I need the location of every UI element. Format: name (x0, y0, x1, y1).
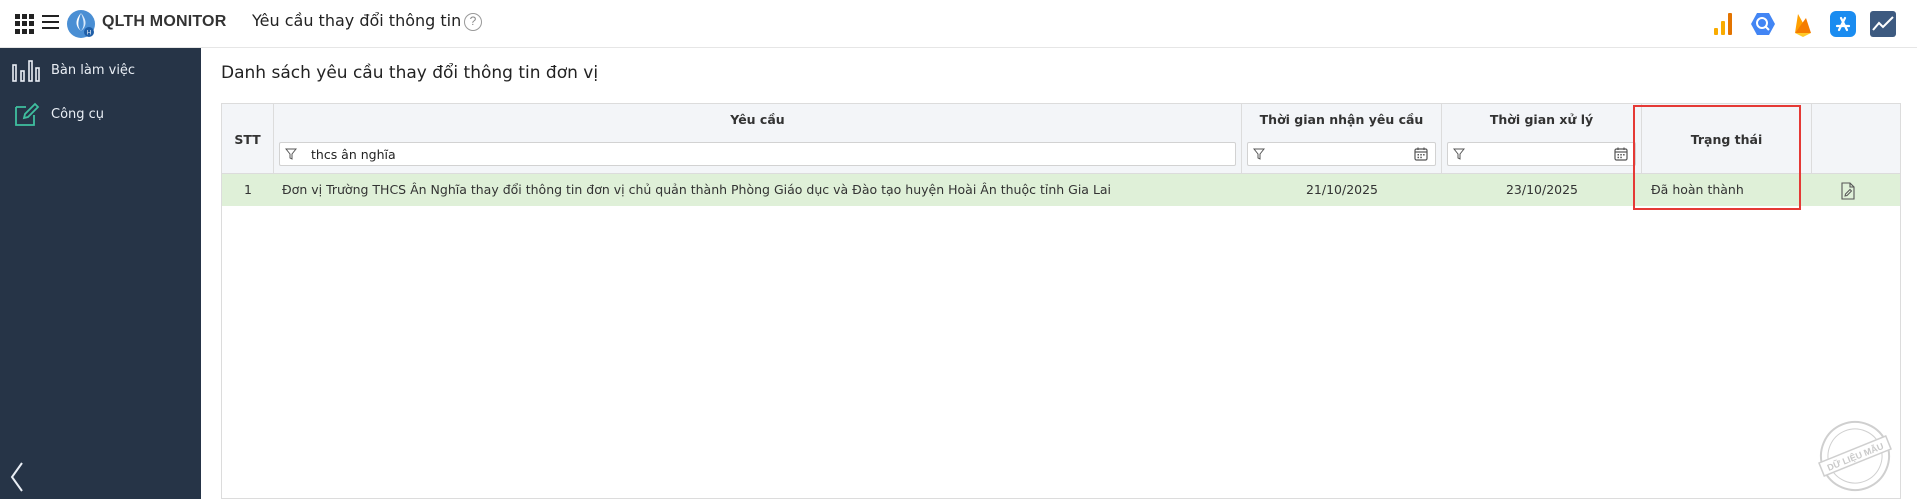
section-title: Danh sách yêu cầu thay đổi thông tin đơn… (221, 63, 599, 83)
received-time-filter-input[interactable] (1247, 142, 1436, 166)
dashboard-bars-icon (12, 60, 40, 82)
filter-icon (1453, 148, 1465, 160)
sample-data-stamp: DỮ LIỆU MẪU (1818, 421, 1892, 491)
chevron-left-icon[interactable] (8, 460, 26, 494)
sidebar-item-label: Công cụ (51, 106, 105, 122)
svg-text:H: H (87, 31, 91, 37)
cell-stt: 1 (244, 182, 252, 197)
column-header-status: Trạng thái (1642, 104, 1812, 174)
filter-icon (285, 148, 297, 160)
sidebar-item-workspace[interactable]: Bàn làm việc (12, 56, 135, 84)
column-title: Trạng thái (1690, 132, 1763, 147)
page-title: Yêu cầu thay đổi thông tin (252, 11, 462, 30)
cell-processed-time: 23/10/2025 (1505, 182, 1579, 197)
top-bar: H QLTH MONITOR Yêu cầu thay đổi thông ti… (0, 0, 1917, 48)
column-title: Yêu cầu (730, 112, 785, 127)
app-store-icon[interactable] (1829, 10, 1857, 38)
apps-grid-icon[interactable] (15, 14, 35, 34)
column-header-processed-time: Thời gian xử lý (1442, 104, 1642, 174)
processed-time-filter-input[interactable] (1447, 142, 1636, 166)
cell-status: Đã hoàn thành (1651, 182, 1744, 197)
sidebar: Bàn làm việc Công cụ (0, 48, 201, 499)
column-title: STT (234, 132, 261, 147)
edit-icon (15, 102, 40, 126)
brand-name: QLTH MONITOR (102, 13, 227, 30)
cell-request: Đơn vị Trường THCS Ân Nghĩa thay đổi thô… (282, 182, 1112, 197)
analytics-trend-icon[interactable] (1869, 10, 1897, 38)
calendar-icon[interactable] (1614, 147, 1628, 161)
sidebar-item-tools[interactable]: Công cụ (12, 100, 104, 128)
requests-table: STT Yêu cầu thcs ân nghĩa Thời gian nhận… (221, 103, 1901, 499)
sidebar-item-label: Bàn làm việc (51, 62, 136, 78)
firebase-icon[interactable] (1789, 10, 1817, 38)
app-logo: H (67, 10, 95, 38)
column-header-actions (1812, 104, 1900, 174)
request-filter-input[interactable]: thcs ân nghĩa (279, 142, 1236, 166)
edit-document-icon[interactable] (1840, 182, 1856, 200)
bar-chart-icon[interactable] (1709, 10, 1737, 38)
column-title: Thời gian xử lý (1489, 112, 1594, 127)
hamburger-menu-icon[interactable] (42, 14, 59, 30)
cell-received-time: 21/10/2025 (1305, 182, 1379, 197)
column-header-received-time: Thời gian nhận yêu cầu (1242, 104, 1442, 174)
filter-icon (1253, 148, 1265, 160)
top-right-apps (1709, 10, 1897, 38)
filter-value: thcs ân nghĩa (311, 147, 396, 162)
column-header-request: Yêu cầu thcs ân nghĩa (274, 104, 1242, 174)
bigquery-icon[interactable] (1749, 10, 1777, 38)
column-title: Thời gian nhận yêu cầu (1259, 112, 1424, 127)
calendar-icon[interactable] (1414, 147, 1428, 161)
table-row[interactable]: 1 Đơn vị Trường THCS Ân Nghĩa thay đổi t… (222, 174, 1900, 206)
help-icon[interactable]: ? (464, 13, 482, 31)
column-header-stt: STT (222, 104, 274, 174)
